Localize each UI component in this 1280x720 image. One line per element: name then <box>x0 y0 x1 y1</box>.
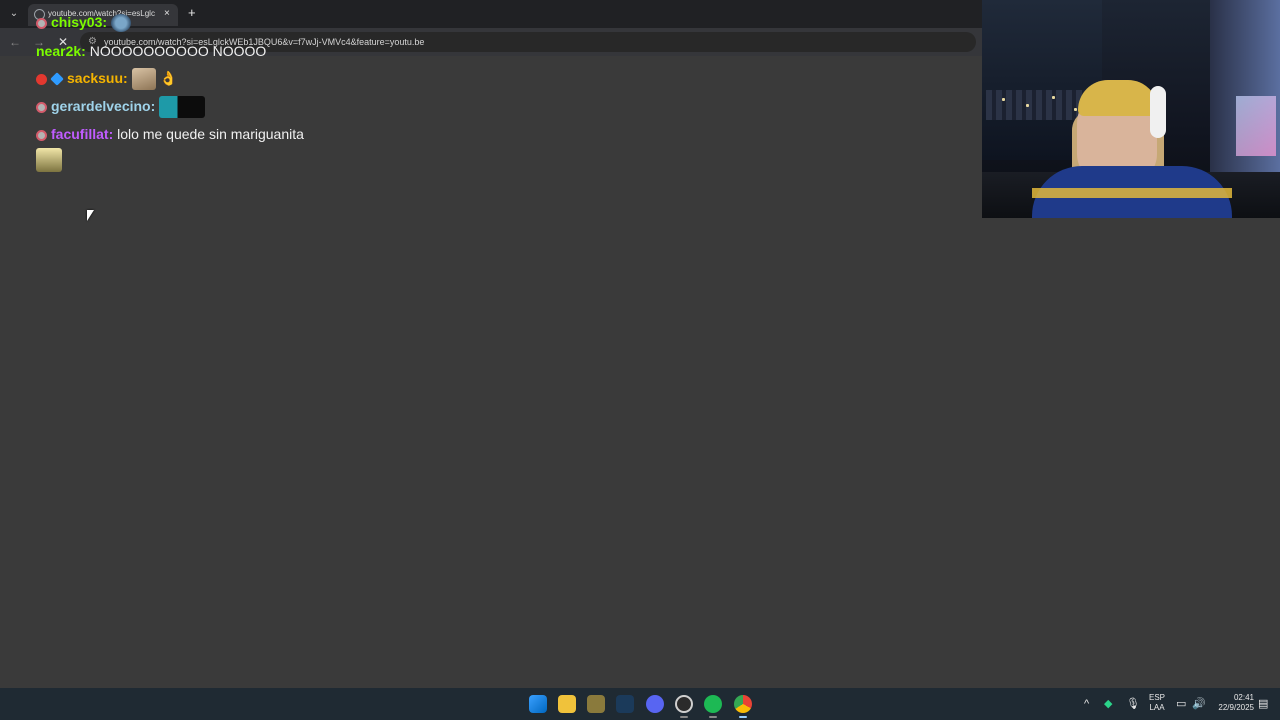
new-tab-button[interactable]: + <box>188 6 196 20</box>
chat-separator: : <box>150 98 156 114</box>
city-light <box>1052 96 1055 99</box>
city-light <box>1002 98 1005 101</box>
chat-username: sacksuu <box>67 70 124 86</box>
prime-badge-icon <box>50 72 64 87</box>
clock-date: 22/9/2025 <box>1218 703 1254 712</box>
cat-emote-icon <box>131 68 156 91</box>
chat-message: chisy03: <box>36 12 132 34</box>
running-app-indicator <box>709 716 717 718</box>
headphones <box>1150 86 1166 138</box>
steam-icon[interactable] <box>616 695 634 713</box>
taskbar: ^ ◆ 🎙 ESP LAA ▭ 🔊 02:41 22/9/2025 ▤ <box>0 688 1280 720</box>
input-language[interactable]: ESP LAA <box>1146 693 1168 713</box>
chrome-icon[interactable] <box>734 695 752 713</box>
chat-username: gerardelvecino <box>51 98 151 114</box>
microphone-icon[interactable]: 🎙 <box>1126 697 1140 711</box>
chat-separator: : <box>102 14 108 30</box>
city-light <box>1074 108 1077 111</box>
lang-code: ESP <box>1148 693 1165 702</box>
security-shield-icon[interactable]: ◆ <box>1104 697 1112 711</box>
monitor-glow <box>1236 96 1276 156</box>
obs-icon[interactable] <box>675 695 693 713</box>
file-explorer-icon[interactable] <box>558 695 576 713</box>
tray-chevron-up-icon[interactable]: ^ <box>1084 697 1089 711</box>
chat-message: near2k: NOOOOOOOOOO NOOOO <box>36 41 266 63</box>
lang-layout: LAA <box>1149 703 1165 712</box>
sub-badge-icon <box>36 17 47 29</box>
chat-text: NOOOOOOOOOO NOOOO <box>89 43 267 59</box>
minecraft-icon[interactable] <box>587 695 605 713</box>
chat-username: near2k <box>36 43 82 59</box>
emote-icon <box>36 148 62 172</box>
windows-start-icon[interactable] <box>529 695 547 713</box>
back-arrow-icon[interactable]: ← <box>8 35 22 49</box>
running-app-indicator <box>680 716 688 718</box>
screen: ⌄ youtube.com/watch?si=esLglc × + ← → ✕ … <box>0 0 1280 720</box>
sub-badge-icon <box>36 101 47 113</box>
chat-username: chisy03 <box>51 14 103 30</box>
sub-badge-icon <box>36 129 47 141</box>
chat-message <box>36 148 62 172</box>
discord-icon[interactable] <box>646 695 664 713</box>
chat-message: facufillat: lolo me quede sin mariguanit… <box>36 124 304 146</box>
chat-text: 👌 <box>159 70 178 86</box>
clock-time: 02:41 <box>1233 693 1254 702</box>
mouse-cursor-icon <box>87 210 94 221</box>
active-app-indicator <box>739 716 747 718</box>
chat-separator: : <box>108 126 114 142</box>
emote-icon <box>111 14 132 33</box>
chat-separator: : <box>81 43 86 59</box>
chat-text: lolo me quede sin mariguanita <box>117 126 304 142</box>
volume-icon[interactable]: 🔊 <box>1192 697 1206 711</box>
tab-search-chevron-down-icon[interactable]: ⌄ <box>6 6 22 22</box>
emote-icon <box>159 96 206 119</box>
spotify-icon[interactable] <box>704 695 722 713</box>
streamer-beanie <box>1078 80 1158 116</box>
chat-username: facufillat <box>51 126 109 142</box>
chat-message: gerardelvecino: <box>36 96 206 119</box>
browser-tab-bar: ⌄ youtube.com/watch?si=esLglc × + <box>0 0 982 28</box>
webcam-feed <box>982 0 1280 218</box>
network-icon[interactable]: ▭ <box>1176 697 1186 711</box>
tab-close-icon[interactable]: × <box>164 8 170 20</box>
chat-message: sacksuu: 👌 <box>36 68 178 91</box>
notifications-icon[interactable]: ▤ <box>1258 697 1268 711</box>
jersey-stripe <box>1032 188 1232 198</box>
city-light <box>1026 104 1029 107</box>
sub-badge-icon <box>36 73 47 85</box>
chat-separator: : <box>123 70 128 86</box>
clock[interactable]: 02:41 22/9/2025 <box>1208 693 1254 713</box>
